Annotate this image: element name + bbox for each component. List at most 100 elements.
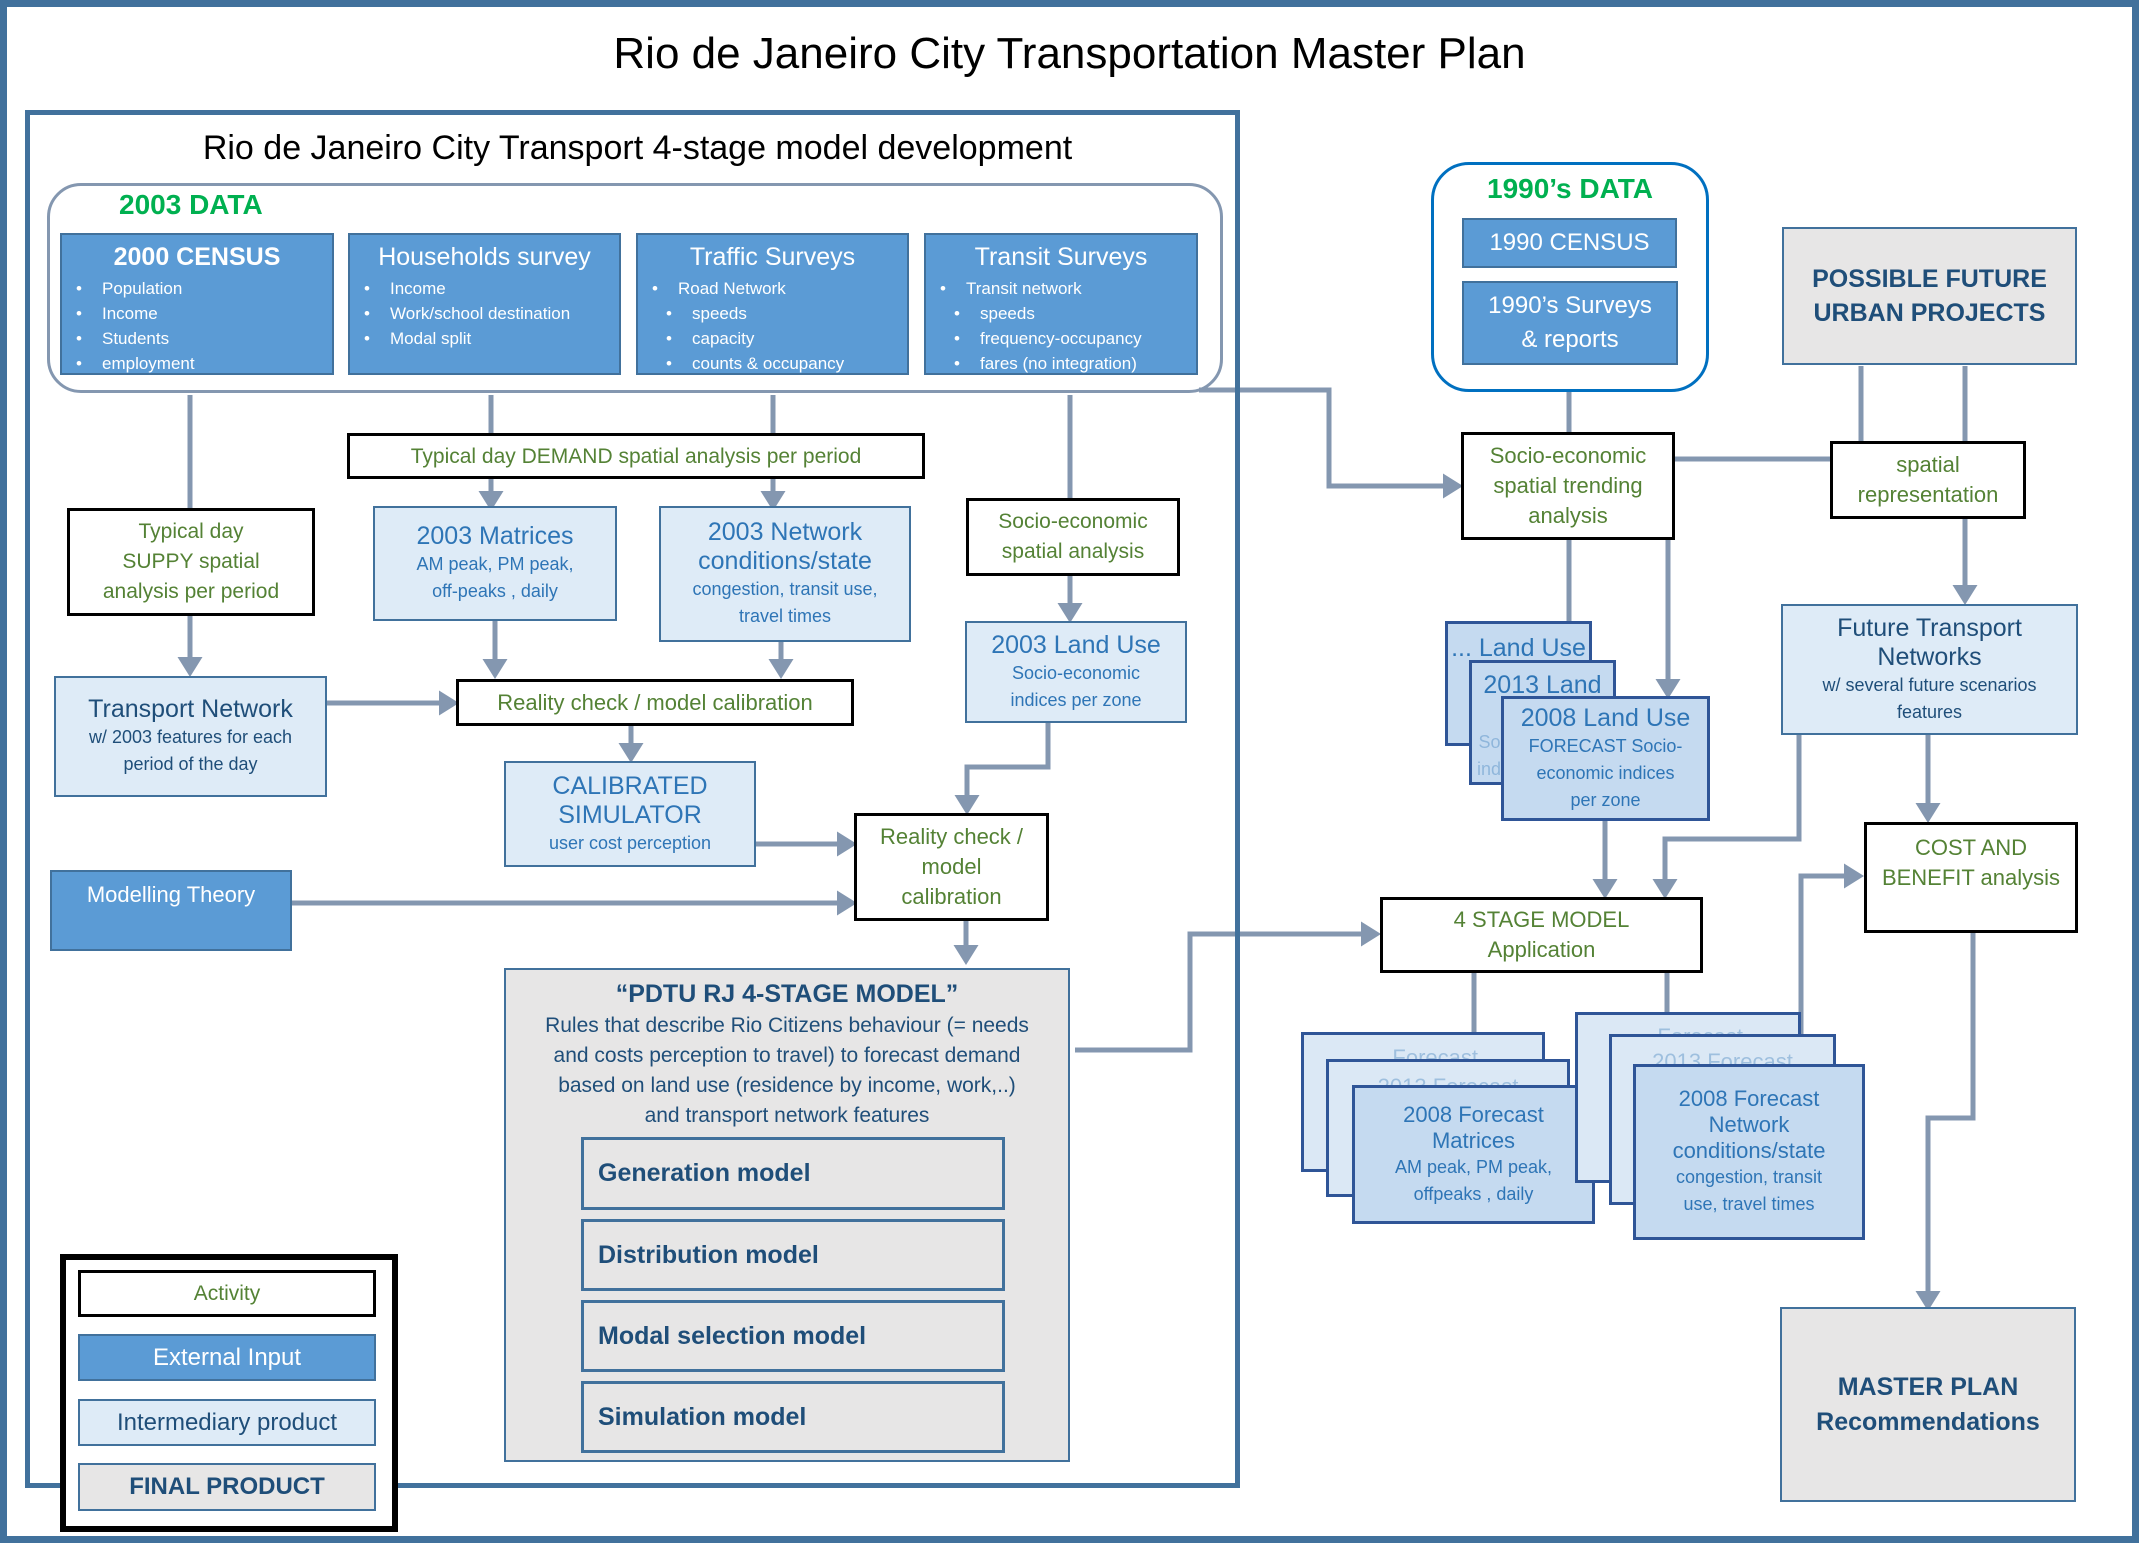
- box-title: Transport Network: [88, 695, 293, 723]
- box-label: 4 STAGE MODEL: [1453, 907, 1630, 932]
- card-title: conditions/state: [1672, 1138, 1826, 1163]
- box-label: SUPPY spatial: [122, 550, 260, 573]
- box-label: Socio-economic: [1489, 443, 1647, 468]
- box-title: Transit Surveys: [974, 243, 1148, 271]
- box-title: Networks: [1877, 642, 1982, 671]
- box-title: Traffic Surveys: [689, 243, 856, 271]
- reality-check-model-calibration-box[interactable]: Reality check / model calibration: [854, 813, 1049, 921]
- legend-intermediary-product: Intermediary product: [78, 1399, 376, 1446]
- four-stage-application-box[interactable]: 4 STAGE MODEL Application: [1380, 897, 1703, 973]
- box-label: Socio-economic: [998, 510, 1148, 533]
- stage-label: Generation model: [598, 1159, 811, 1187]
- stage-label: Modal selection model: [598, 1321, 867, 1350]
- transit-surveys-box[interactable]: Transit Surveys Transit network speeds f…: [924, 233, 1198, 375]
- page-title: Rio de Janeiro City Transportation Maste…: [613, 29, 1526, 78]
- list-item: capacity: [652, 326, 907, 351]
- diagram-canvas: Rio de Janeiro City Transportation Maste…: [0, 0, 2139, 1543]
- card-title: 2008 Land Use: [1520, 703, 1691, 732]
- list-item: Population: [76, 276, 332, 301]
- desc-line: and costs perception to travel) to forec…: [553, 1044, 1021, 1067]
- box-subtitle: travel times: [738, 606, 832, 626]
- card-subtitle: economic indices: [1536, 762, 1675, 783]
- list-item: Road Network: [652, 276, 907, 301]
- box-title: Households survey: [378, 243, 591, 271]
- model-development-title: Rio de Janeiro City Transport 4-stage mo…: [202, 129, 1073, 167]
- box-label: URBAN PROJECTS: [1813, 299, 2046, 327]
- list-item: Income: [364, 276, 619, 301]
- socio-spatial-analysis-box[interactable]: Socio-economic spatial analysis: [966, 498, 1180, 576]
- forecast-matrices-2008-card[interactable]: 2008 Forecast Matrices AM peak, PM peak,…: [1352, 1085, 1595, 1224]
- supply-analysis-box[interactable]: Typical day SUPPY spatial analysis per p…: [67, 508, 315, 616]
- box-label: spatial analysis: [1001, 540, 1145, 563]
- census-1990-box[interactable]: 1990 CENSUS: [1462, 218, 1677, 268]
- box-title: 2003 Land Use: [991, 630, 1161, 659]
- card-title: ... Land Use: [1451, 634, 1586, 662]
- box-title: 2000 CENSUS: [113, 243, 281, 271]
- box-subtitle: indices per zone: [1010, 689, 1142, 710]
- socio-trending-analysis-box[interactable]: Socio-economic spatial trending analysis: [1461, 432, 1675, 540]
- box-label: Reality check / model calibration: [497, 689, 813, 715]
- spatial-representation-box[interactable]: spatial representation: [1830, 441, 2026, 519]
- master-plan-box[interactable]: MASTER PLAN Recommendations: [1780, 1307, 2076, 1502]
- box-label: 1990’s Surveys: [1488, 292, 1652, 319]
- legend-final-product: FINAL PRODUCT: [78, 1463, 376, 1511]
- box-label: spatial: [1896, 452, 1960, 477]
- households-survey-box[interactable]: Households survey Income Work/school des…: [348, 233, 621, 375]
- reality-check-calibration-box[interactable]: Reality check / model calibration: [456, 679, 854, 726]
- card-title: 2008 Forecast: [1403, 1101, 1544, 1127]
- box-subtitle: user cost perception: [548, 832, 712, 853]
- list-item: fares (no integration): [940, 351, 1196, 376]
- card-subtitle: congestion, transit: [1675, 1167, 1823, 1187]
- list-item: speeds: [652, 301, 907, 326]
- legend-label: Intermediary product: [116, 1408, 338, 1436]
- modal-selection-model-box[interactable]: Modal selection model: [581, 1300, 1005, 1372]
- matrices-2003-box[interactable]: 2003 Matrices AM peak, PM peak, off-peak…: [373, 506, 617, 621]
- demand-analysis-box[interactable]: Typical day DEMAND spatial analysis per …: [347, 433, 925, 479]
- link-cba-master: [1915, 933, 1976, 1311]
- generation-model-box[interactable]: Generation model: [581, 1137, 1005, 1210]
- desc-line: and transport network features: [644, 1104, 930, 1127]
- traffic-surveys-box[interactable]: Traffic Surveys Road Network speeds capa…: [636, 233, 909, 375]
- forecast-network-2008-card[interactable]: 2008 Forecast Network conditions/state c…: [1633, 1064, 1865, 1240]
- stage-label: Simulation model: [598, 1402, 807, 1431]
- box-label: representation: [1857, 482, 1999, 507]
- modelling-theory-box[interactable]: Modelling Theory: [50, 870, 292, 951]
- transport-network-box[interactable]: Transport Network w/ 2003 features for e…: [54, 676, 327, 797]
- list-item: Income: [76, 301, 332, 326]
- box-label: MASTER PLAN: [1837, 1372, 2019, 1401]
- census-2000-box[interactable]: 2000 CENSUS Population Income Students e…: [60, 233, 334, 375]
- distribution-model-box[interactable]: Distribution model: [581, 1219, 1005, 1291]
- box-subtitle: w/ 2003 features for each: [88, 727, 293, 747]
- cost-benefit-analysis-box[interactable]: COST AND BENEFIT analysis: [1864, 822, 2078, 933]
- box-title: 2003 Matrices: [416, 522, 574, 550]
- list-item: speeds: [940, 301, 1196, 326]
- simulation-model-box[interactable]: Simulation model: [581, 1381, 1005, 1453]
- box-subtitle: features: [1896, 701, 1963, 722]
- list-item: counts & occupancy: [652, 351, 907, 376]
- box-label: Recommendations: [1816, 1407, 2040, 1436]
- future-transport-networks-box[interactable]: Future Transport Networks w/ several fut…: [1781, 604, 2078, 735]
- box-subtitle: period of the day: [123, 754, 258, 774]
- network-2003-box[interactable]: 2003 Network conditions/state congestion…: [659, 506, 911, 642]
- box-label: COST AND: [1914, 835, 2028, 860]
- legend-activity: Activity: [78, 1270, 376, 1317]
- box-label: 1990 CENSUS: [1489, 229, 1650, 256]
- pdtu-title: “PDTU RJ 4-STAGE MODEL”: [615, 980, 959, 1008]
- land-use-2003-box[interactable]: 2003 Land Use Socio-economic indices per…: [965, 621, 1187, 723]
- box-title: 2003 Network: [707, 518, 863, 546]
- list-item: Students: [76, 326, 332, 351]
- box-title: conditions/state: [698, 547, 872, 575]
- land-use-2008-card[interactable]: 2008 Land Use FORECAST Socio- economic i…: [1501, 696, 1710, 821]
- card-subtitle: FORECAST Socio-: [1528, 735, 1683, 756]
- card-subtitle: AM peak, PM peak,: [1394, 1156, 1553, 1177]
- box-title: Future Transport: [1837, 613, 2022, 642]
- box-label: spatial trending: [1493, 473, 1643, 498]
- list-item: Transit network: [940, 276, 1196, 301]
- future-urban-projects-box[interactable]: POSSIBLE FUTURE URBAN PROJECTS: [1782, 227, 2077, 365]
- box-subtitle: Socio-economic: [1011, 662, 1141, 683]
- surveys-1990s-box[interactable]: 1990’s Surveys & reports: [1462, 281, 1678, 365]
- box-label: Reality check /: [879, 824, 1024, 849]
- card-title: Network: [1708, 1112, 1790, 1137]
- list-item: frequency-occupancy: [940, 326, 1196, 351]
- calibrated-simulator-box[interactable]: CALIBRATED SIMULATOR user cost perceptio…: [504, 761, 756, 867]
